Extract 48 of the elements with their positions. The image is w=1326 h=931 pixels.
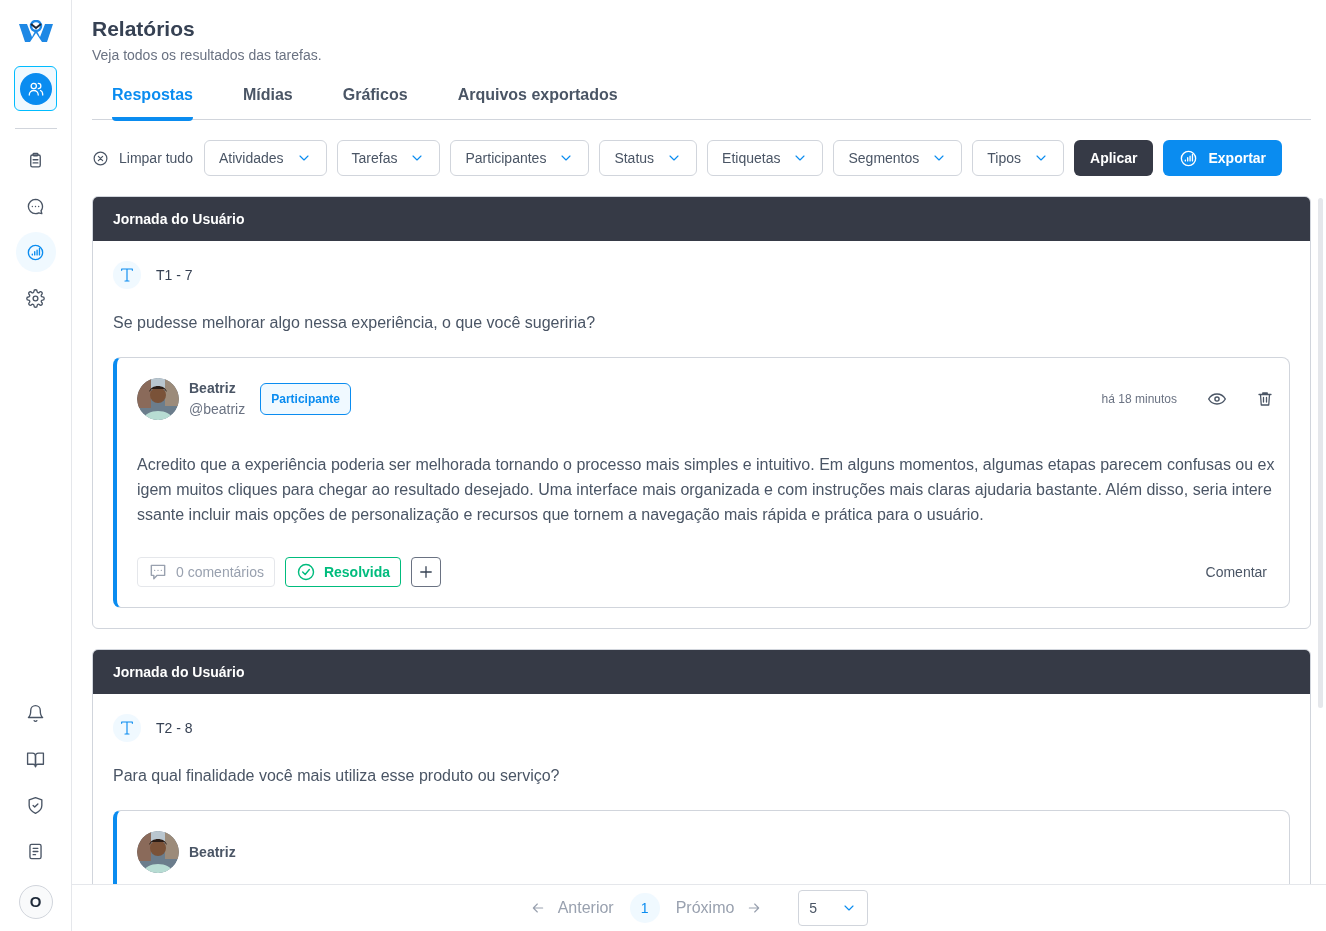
tab[interactable]: Gráficos <box>342 82 408 121</box>
close-icon <box>92 149 109 167</box>
question-text: Para qual finalidade você mais utiliza esse produto ou serviço? <box>113 766 561 786</box>
page-subtitle: Veja todos os resultados das tarefas. <box>92 46 323 65</box>
chart-icon <box>26 242 45 262</box>
check-circle-icon <box>295 562 316 582</box>
task-label: T1 - 7 <box>156 265 193 285</box>
comment-icon <box>148 562 168 582</box>
shield-icon <box>26 795 45 815</box>
tab[interactable]: Arquivos exportados <box>457 82 618 121</box>
answer-text: Acredito que a experiência poderia ser melhorada tornando o processo mais simples e intuitivo. Em alguns momentos, algumas etapas parecem confusas ou exigem muitos cliques para chegar ao resultado desejado. Uma interface mais organizada e com instruções mais claras ajudaria bastante. Além disso, seria interessante incluir mais opções de personalização e recursos que tornem a navegação mais rápida e prática para o usuário. <box>137 455 1276 525</box>
add-button[interactable] <box>411 557 442 587</box>
filter-dropdown[interactable]: Atividades <box>203 140 327 176</box>
filter-dropdown[interactable]: Tarefas <box>336 140 441 176</box>
filter-dropdown[interactable]: Segmentos <box>833 140 963 176</box>
chat-icon <box>26 196 45 216</box>
comment-link[interactable]: Comentar <box>1205 561 1267 583</box>
book-icon <box>26 749 45 769</box>
filter-dropdown[interactable]: Participantes <box>450 140 590 176</box>
clear-all-button[interactable]: Limpar tudo <box>92 147 193 169</box>
team-button[interactable] <box>14 66 57 111</box>
filter-dropdown[interactable]: Etiquetas <box>707 140 824 176</box>
settings-icon <box>26 288 45 308</box>
filter-dropdown[interactable]: Tipos <box>972 140 1064 176</box>
logo-icon <box>18 20 53 44</box>
tab[interactable]: Mídias <box>242 82 293 121</box>
author-name: Beatriz <box>189 843 236 862</box>
question-text: Se pudesse melhorar algo nessa experiência, o que você sugeriria? <box>113 313 597 333</box>
trash-icon <box>1256 390 1274 408</box>
chart-icon <box>1179 148 1199 168</box>
page-size-dropdown[interactable]: 5 <box>798 890 869 926</box>
author-name: Beatriz <box>189 379 237 398</box>
bell-icon <box>26 703 45 723</box>
card-header: Jornada do Usuário <box>93 197 1310 241</box>
user-avatar[interactable]: O <box>18 885 53 919</box>
task-label: T2 - 8 <box>156 718 193 738</box>
text-type-icon <box>119 720 135 736</box>
card-header: Jornada do Usuário <box>93 650 1310 694</box>
timestamp: há 18 minutos <box>1101 391 1177 408</box>
filter-dropdown[interactable]: Status <box>599 140 698 176</box>
document-icon <box>26 841 45 861</box>
page-title: Relatórios <box>92 16 196 42</box>
sidebar-item[interactable] <box>15 232 56 272</box>
apply-button[interactable]: Aplicar <box>1074 140 1154 176</box>
participant-badge: Participante <box>260 383 351 415</box>
author-handle: @beatriz <box>189 400 246 419</box>
text-type-icon <box>119 267 135 283</box>
scrollbar[interactable] <box>1318 198 1323 708</box>
